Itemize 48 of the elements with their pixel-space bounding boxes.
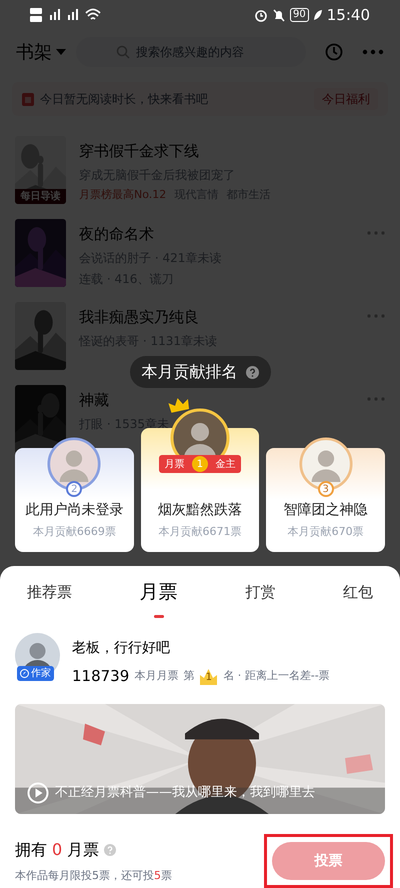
tab[interactable]: 推荐票: [27, 581, 72, 604]
clock-time: 15:40: [326, 4, 370, 26]
book-title: 穿书假千金求下线: [79, 141, 199, 162]
contributor-name: 烟灰黯然跌落: [158, 500, 242, 520]
book-title: 夜的命名术: [79, 224, 154, 245]
book-title: 神藏: [79, 390, 109, 411]
vote-label: 本月月票: [134, 668, 178, 684]
contributor-name: 此用户尚未登录: [25, 500, 124, 520]
avatar: [47, 437, 102, 491]
caret-icon: [56, 49, 66, 55]
battery-icon: 90: [290, 8, 309, 22]
search-icon: [116, 45, 130, 59]
tab[interactable]: 红包: [342, 581, 373, 604]
contribution-count: 本月贡献6671票: [158, 524, 242, 540]
avatar: [298, 437, 353, 491]
leaf-icon: [312, 9, 323, 21]
shelf-dropdown[interactable]: 书架: [16, 38, 66, 66]
contribution-count: 本月贡献6669票: [32, 524, 116, 540]
contributor-name: 智障团之神隐: [284, 500, 368, 520]
tab[interactable]: 打赏: [245, 581, 276, 604]
book-title: 我非痴愚实乃纯良: [79, 307, 199, 328]
calendar-icon: [22, 92, 34, 106]
crown-icon: [167, 396, 190, 414]
daily-badge: 每日导读: [15, 189, 66, 204]
rank-crown: 1: [199, 668, 218, 685]
video-caption: 不正经月票科普——我从哪里来，我到哪里去: [55, 784, 315, 802]
owned-unit: 月票: [67, 838, 100, 861]
author-badge: 作家: [17, 666, 54, 682]
ribbon-label: 金主: [215, 458, 236, 472]
owned-label: 拥有: [15, 838, 47, 861]
compass-icon: [20, 669, 29, 678]
owned-count: 0: [52, 838, 62, 861]
vote-count: 118739: [72, 666, 130, 688]
help-icon[interactable]: [246, 366, 258, 378]
remaining-count: 5: [154, 868, 161, 884]
vote-limit-note: 本作品每月限投5票，还可投: [15, 868, 154, 884]
vote-unit: 票: [161, 868, 172, 884]
tab[interactable]: 月票: [140, 578, 178, 618]
rank-prefix: 第: [183, 668, 194, 684]
alarm-icon: [254, 8, 268, 22]
play-icon[interactable]: [27, 782, 49, 804]
rank-gap: 名 · 距离上一名差--票: [223, 668, 330, 684]
more-icon[interactable]: [362, 49, 384, 55]
author-message: 老板，行行好吧: [72, 639, 171, 658]
ribbon-label: 月票: [164, 458, 185, 472]
history-icon[interactable]: [324, 42, 344, 62]
contribution-count: 本月贡献670票: [288, 524, 364, 540]
bell-muted-icon: [272, 8, 286, 22]
